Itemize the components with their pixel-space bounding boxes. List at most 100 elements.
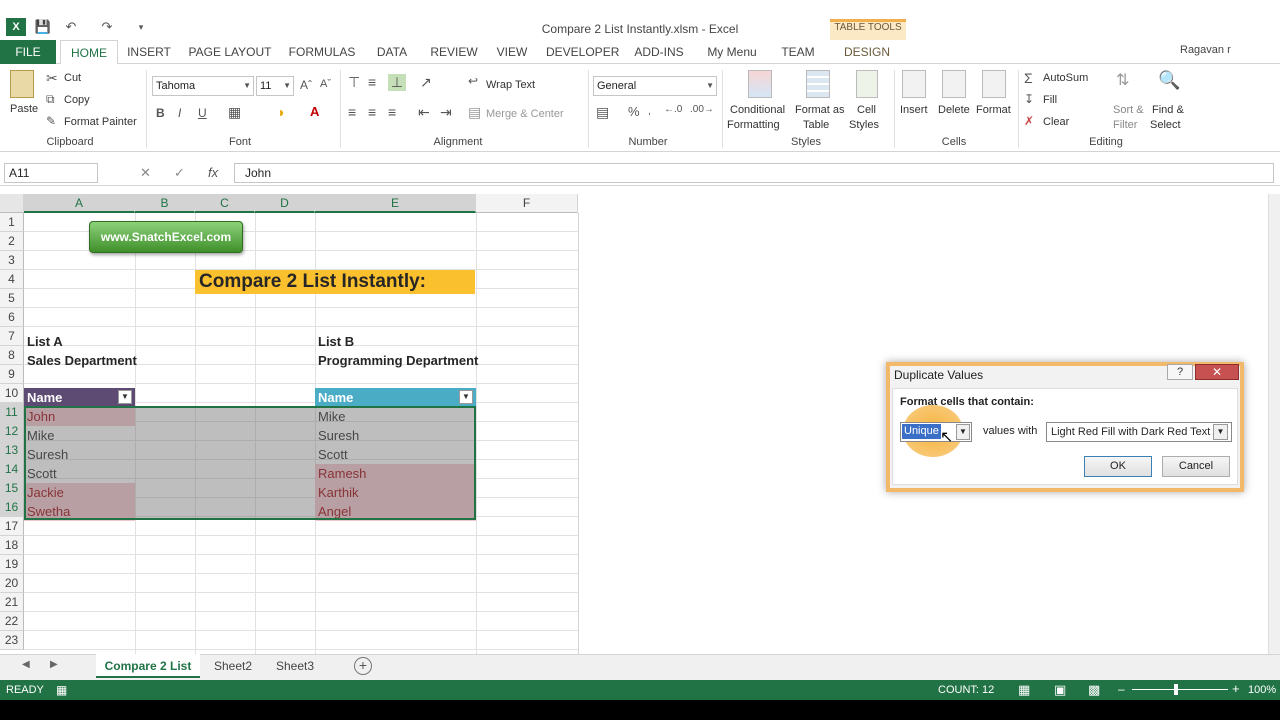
column-header-a[interactable]: A <box>24 194 135 213</box>
conditional-label-2[interactable]: Formatting <box>727 119 780 131</box>
zoom-in-icon[interactable]: + <box>1232 681 1240 696</box>
page-layout-view-icon[interactable]: ▣ <box>1054 682 1066 698</box>
vertical-scrollbar[interactable] <box>1268 194 1280 654</box>
cell-styles-icon[interactable] <box>856 70 878 98</box>
increase-indent-icon[interactable]: ⇥ <box>440 104 452 121</box>
tab-home[interactable]: HOME <box>60 40 118 65</box>
borders-icon[interactable]: ▦ <box>228 104 241 121</box>
format-style-select[interactable]: Light Red Fill with Dark Red Text <box>1046 422 1232 442</box>
row-header[interactable]: 20 <box>0 574 24 593</box>
insert-cells-icon[interactable] <box>902 70 926 98</box>
bold-icon[interactable]: B <box>156 106 165 120</box>
row-header[interactable]: 7 <box>0 327 24 346</box>
wrap-text-button[interactable]: Wrap Text <box>486 79 535 91</box>
insert-button[interactable]: Insert <box>900 104 928 116</box>
macro-recording-icon[interactable]: ▦ <box>56 683 67 697</box>
column-header-f[interactable]: F <box>476 194 578 213</box>
copy-button[interactable]: Copy <box>64 94 90 106</box>
conditional-label-1[interactable]: Conditional <box>730 104 785 116</box>
paste-button[interactable]: Paste <box>10 103 38 115</box>
scroll-tabs-right-icon[interactable]: ▶ <box>50 659 58 670</box>
sort-filter-icon[interactable]: ⇅ <box>1116 70 1129 90</box>
confirm-entry-icon[interactable]: ✓ <box>174 165 185 181</box>
row-header[interactable]: 9 <box>0 365 24 384</box>
autosum-button[interactable]: AutoSum <box>1043 72 1088 84</box>
new-sheet-icon[interactable]: + <box>354 657 372 675</box>
sheet-tab-sheet2[interactable]: Sheet2 <box>204 654 262 678</box>
cut-button[interactable]: Cut <box>64 72 81 84</box>
row-header[interactable]: 11 <box>0 403 24 422</box>
format-as-table-label-1[interactable]: Format as <box>795 104 845 116</box>
conditional-formatting-icon[interactable] <box>748 70 772 98</box>
row-header[interactable]: 4 <box>0 270 24 289</box>
tab-insert[interactable]: INSERT <box>126 40 172 64</box>
delete-cells-icon[interactable] <box>942 70 966 98</box>
align-left-icon[interactable]: ≡ <box>348 104 356 120</box>
list-b-subtitle[interactable]: Programming Department <box>315 351 515 370</box>
format-painter-icon[interactable]: ✎ <box>46 114 56 128</box>
zoom-level[interactable]: 100% <box>1248 684 1276 696</box>
list-a-title[interactable]: List A <box>24 332 135 351</box>
font-name-combo[interactable]: Tahoma ▼ <box>152 76 254 96</box>
row-header[interactable]: 18 <box>0 536 24 555</box>
format-painter-button[interactable]: Format Painter <box>64 116 137 128</box>
tab-formulas[interactable]: FORMULAS <box>288 40 356 64</box>
currency-icon[interactable]: ▤ <box>596 104 609 121</box>
tab-my-menu[interactable]: My Menu <box>702 40 762 64</box>
page-break-view-icon[interactable]: ▩ <box>1088 682 1100 698</box>
decrease-decimal-icon[interactable]: .00→ <box>690 104 714 115</box>
increase-decimal-icon[interactable]: ←.0 <box>664 104 682 115</box>
insert-function-icon[interactable]: fx <box>208 165 218 180</box>
row-header[interactable]: 3 <box>0 251 24 270</box>
row-header[interactable]: 2 <box>0 232 24 251</box>
zoom-out-icon[interactable]: – <box>1118 682 1125 696</box>
user-name[interactable]: Ragavan r <box>1180 44 1231 56</box>
copy-icon[interactable]: ⧉ <box>46 92 55 107</box>
align-bottom-icon[interactable]: ⊥ <box>388 74 406 91</box>
website-link-button[interactable]: www.SnatchExcel.com <box>89 221 243 253</box>
fill-color-icon[interactable]: ◑ <box>276 104 284 120</box>
row-header[interactable]: 23 <box>0 631 24 650</box>
list-b-title[interactable]: List B <box>315 332 476 351</box>
row-header[interactable]: 21 <box>0 593 24 612</box>
cell-styles-label-2[interactable]: Styles <box>849 119 879 131</box>
tab-review[interactable]: REVIEW <box>428 40 480 64</box>
formula-input[interactable]: John <box>234 163 1274 183</box>
comma-icon[interactable]: , <box>648 106 651 117</box>
column-header-b[interactable]: B <box>135 194 195 213</box>
format-button[interactable]: Format <box>976 104 1011 116</box>
filter-dropdown-icon[interactable]: ▼ <box>118 390 132 404</box>
tab-team[interactable]: TEAM <box>776 40 820 64</box>
scroll-tabs-left-icon[interactable]: ◀ <box>22 659 30 670</box>
row-header[interactable]: 1 <box>0 213 24 232</box>
chevron-down-icon[interactable]: ▼ <box>1213 424 1228 440</box>
name-box[interactable]: A11 <box>4 163 98 183</box>
delete-button[interactable]: Delete <box>938 104 970 116</box>
underline-icon[interactable]: U <box>198 106 207 120</box>
row-header[interactable]: 22 <box>0 612 24 631</box>
select-all-corner[interactable] <box>0 194 24 213</box>
column-header-e[interactable]: E <box>315 194 476 213</box>
clear-icon[interactable]: ✗ <box>1024 114 1034 128</box>
row-header[interactable]: 15 <box>0 479 24 498</box>
row-header[interactable]: 14 <box>0 460 24 479</box>
value-type-selected[interactable]: Unique <box>902 424 941 439</box>
find-label-2[interactable]: Select <box>1150 119 1181 131</box>
find-label-1[interactable]: Find & <box>1152 104 1184 116</box>
decrease-indent-icon[interactable]: ⇤ <box>418 104 430 121</box>
autosum-icon[interactable]: Σ <box>1024 70 1033 86</box>
cut-icon[interactable]: ✂ <box>46 70 58 87</box>
sort-label-1[interactable]: Sort & <box>1113 104 1144 116</box>
align-center-icon[interactable]: ≡ <box>368 104 376 120</box>
tab-add-ins[interactable]: ADD-INS <box>628 40 690 64</box>
zoom-slider-thumb[interactable] <box>1174 684 1178 695</box>
tab-file[interactable]: FILE <box>0 40 56 64</box>
find-select-icon[interactable]: 🔍 <box>1158 70 1180 91</box>
row-header[interactable]: 6 <box>0 308 24 327</box>
tab-view[interactable]: VIEW <box>492 40 532 64</box>
dialog-help-button[interactable]: ? <box>1167 364 1193 380</box>
merge-icon[interactable]: ▤ <box>468 104 481 121</box>
grow-font-icon[interactable]: Aˆ <box>300 78 312 92</box>
chevron-down-icon[interactable]: ▼ <box>956 424 970 440</box>
row-header[interactable]: 19 <box>0 555 24 574</box>
